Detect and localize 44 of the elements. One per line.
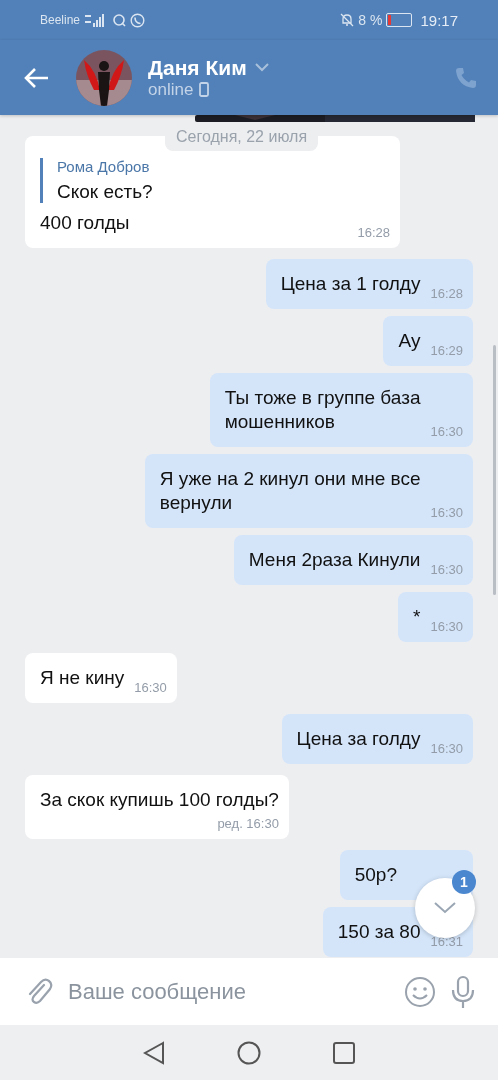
message-input[interactable]: Ваше сообщение xyxy=(68,974,390,1009)
message-time: 16:31 xyxy=(430,934,463,949)
mobile-icon xyxy=(199,82,210,97)
message-time: 16:30 xyxy=(134,680,167,695)
message-text: 150 за 80 xyxy=(337,920,421,944)
chevron-down-icon xyxy=(434,902,456,914)
chevron-down-icon[interactable] xyxy=(254,63,269,72)
message-time: 16:28 xyxy=(357,225,390,240)
recents-nav-icon[interactable] xyxy=(333,1041,355,1064)
battery-icon xyxy=(386,13,413,27)
message-time: 16:29 xyxy=(430,343,463,358)
message-time: ред. 16:30 xyxy=(217,816,279,831)
message-text: Цена за голду xyxy=(296,727,421,751)
online-status: online xyxy=(148,79,194,100)
microphone-icon[interactable] xyxy=(450,974,476,1009)
back-nav-icon[interactable] xyxy=(143,1040,165,1065)
contact-name[interactable]: Даня Ким xyxy=(148,55,247,80)
message-text: Меня 2раза Кинули xyxy=(248,548,421,572)
home-nav-icon[interactable] xyxy=(237,1040,261,1065)
quote-text: Скок есть? xyxy=(57,181,154,203)
message-time: 16:30 xyxy=(430,562,463,577)
message-text: Я уже на 2 кинул они мне все вернули xyxy=(159,467,421,515)
message-text: Я не кину xyxy=(40,666,125,690)
smiley-icon[interactable] xyxy=(404,975,436,1008)
message-text: За скок купишь 100 голды? xyxy=(40,788,279,812)
back-icon[interactable] xyxy=(24,66,50,89)
battery-percent: 8 % xyxy=(358,12,383,28)
quote-author[interactable]: Рома Добров xyxy=(57,158,390,175)
message-time: 16:30 xyxy=(430,619,463,634)
message-text: Ты тоже в группе база мошенников xyxy=(224,386,421,434)
message-time: 16:30 xyxy=(430,741,463,756)
message-text: 50р? xyxy=(354,863,397,887)
message-composer[interactable]: Ваше сообщение xyxy=(0,958,498,1025)
carrier-name: Beeline xyxy=(40,13,81,27)
message-text: 400 голды xyxy=(40,211,130,235)
clock: 19:17 xyxy=(420,11,458,29)
message-text: * xyxy=(413,605,421,629)
bell-muted-icon xyxy=(340,13,355,27)
phone-circle-icon xyxy=(130,12,146,28)
message-time: 16:30 xyxy=(430,505,463,520)
message-time: 16:30 xyxy=(430,424,463,439)
message-text: Ау xyxy=(398,329,421,353)
message-text: Цена за 1 голду xyxy=(280,272,421,296)
message-time: 16:28 xyxy=(430,286,463,301)
